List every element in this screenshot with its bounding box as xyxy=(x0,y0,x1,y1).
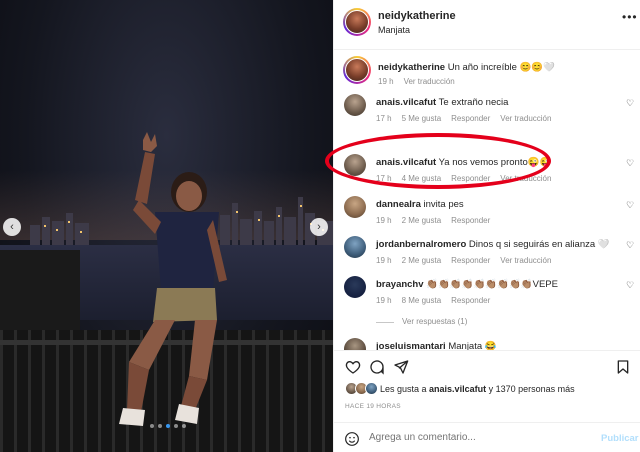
like-comment-heart-icon[interactable]: ♡ xyxy=(626,98,634,109)
comments-list[interactable]: neidykatherine Un año increíble 😊😊🤍 19 h… xyxy=(334,50,640,350)
comment-likes[interactable]: 2 Me gusta xyxy=(402,256,442,265)
likes-text[interactable]: Les gusta a anais.vilcafut y 1370 person… xyxy=(380,384,575,394)
reply-button[interactable]: Responder xyxy=(451,114,490,123)
caption-meta: 19 h Ver traducción xyxy=(378,77,465,86)
comment-username[interactable]: joseluismantari xyxy=(376,341,446,350)
comment-time: 19 h xyxy=(376,296,392,305)
translate-link[interactable]: Ver traducción xyxy=(500,256,551,265)
comment-text: brayanchv 👏🏽👏🏽👏🏽👏🏽👏🏽👏🏽👏🏽👏🏽👏🏽VEPE xyxy=(376,279,558,290)
comment-item: dannealra invita pes 19 h 2 Me gusta Respo… xyxy=(334,196,640,226)
publish-comment-button[interactable]: Publicar xyxy=(601,433,639,444)
author-username[interactable]: neidykatherine xyxy=(378,10,456,22)
highlight-circle-annotation xyxy=(325,133,551,189)
comment-text: dannealra invita pes xyxy=(376,199,464,210)
comment-body: invita pes xyxy=(420,199,464,210)
comment-avatar[interactable] xyxy=(344,196,366,218)
carousel-dot xyxy=(182,424,186,428)
carousel-dots xyxy=(150,424,186,428)
comment-username[interactable]: anais.vilcafut xyxy=(376,97,436,108)
comment-meta: 19 h 2 Me gusta Responder Ver traducción xyxy=(376,256,561,265)
like-comment-heart-icon[interactable]: ♡ xyxy=(626,280,634,291)
caption-text: neidykatherine Un año increíble 😊😊🤍 xyxy=(378,62,555,73)
save-bookmark-icon[interactable] xyxy=(614,358,632,376)
comment-text: joseluismantari Manjata 😂 xyxy=(376,341,497,350)
comment-avatar[interactable] xyxy=(344,338,366,350)
translate-link[interactable]: Ver traducción xyxy=(500,114,551,123)
comment-avatar[interactable] xyxy=(344,94,366,116)
post-details-panel: neidykatherine Manjata ••• neidykatherin… xyxy=(333,0,640,452)
previous-image-button[interactable]: ‹ xyxy=(3,218,21,236)
carousel-dot xyxy=(150,424,154,428)
comment-text: anais.vilcafut Te extraño necia xyxy=(376,97,508,108)
like-comment-heart-icon[interactable]: ♡ xyxy=(626,240,634,251)
replies-divider xyxy=(376,322,394,323)
more-options-icon[interactable]: ••• xyxy=(622,10,638,24)
shore-buildings xyxy=(0,250,80,330)
caption-item: neidykatherine Un año increíble 😊😊🤍 19 h… xyxy=(334,56,640,90)
comment-body: Te extraño necia xyxy=(436,97,509,108)
like-heart-icon[interactable] xyxy=(344,358,362,376)
add-comment-input[interactable] xyxy=(369,432,589,443)
comment-text: jordanbernalromero Dinos q si seguirás e… xyxy=(376,239,610,250)
author-avatar[interactable] xyxy=(343,8,371,36)
likes-summary[interactable]: Les gusta a anais.vilcafut y 1370 person… xyxy=(334,382,640,400)
comment-time: 17 h xyxy=(376,114,392,123)
post-header: neidykatherine Manjata ••• xyxy=(334,0,640,50)
comment-meta: 19 h 8 Me gusta Responder xyxy=(376,296,500,305)
post-location[interactable]: Manjata xyxy=(378,25,410,35)
comment-item: brayanchv 👏🏽👏🏽👏🏽👏🏽👏🏽👏🏽👏🏽👏🏽👏🏽VEPE 19 h 8 M… xyxy=(334,276,640,306)
comment-likes[interactable]: 8 Me gusta xyxy=(402,296,442,305)
reply-button[interactable]: Responder xyxy=(451,216,490,225)
view-replies-row[interactable]: Ver respuestas (1) xyxy=(334,316,640,330)
like-comment-heart-icon[interactable]: ♡ xyxy=(626,200,634,211)
comment-meta: 19 h 2 Me gusta Responder xyxy=(376,216,500,225)
comment-meta: 17 h 5 Me gusta Responder Ver traducción xyxy=(376,114,561,123)
comment-avatar[interactable] xyxy=(344,276,366,298)
caption-avatar[interactable] xyxy=(343,56,371,84)
comment-username[interactable]: brayanchv xyxy=(376,279,424,290)
carousel-dot-active xyxy=(166,424,170,428)
caption-body: Un año increíble 😊😊🤍 xyxy=(445,62,556,73)
view-replies-link[interactable]: Ver respuestas (1) xyxy=(402,317,467,326)
carousel-dot xyxy=(158,424,162,428)
likes-user[interactable]: anais.vilcafut xyxy=(429,384,486,394)
post-time-ago: HACE 19 HORAS xyxy=(345,403,401,410)
likes-suffix: y 1370 personas más xyxy=(486,384,575,394)
next-image-button[interactable]: › xyxy=(310,218,328,236)
share-paper-plane-icon[interactable] xyxy=(392,358,410,376)
reply-button[interactable]: Responder xyxy=(451,256,490,265)
emoji-picker-icon[interactable] xyxy=(344,431,360,447)
post-photo[interactable]: ‹ › xyxy=(0,0,333,452)
comment-bubble-icon[interactable] xyxy=(368,358,386,376)
caption-time: 19 h xyxy=(378,77,394,86)
liker-avatar xyxy=(365,382,378,395)
comment-item: anais.vilcafut Te extraño necia 17 h 5 Me… xyxy=(334,94,640,124)
add-comment-bar: Publicar xyxy=(334,422,640,452)
comment-time: 19 h xyxy=(376,256,392,265)
comment-avatar[interactable] xyxy=(344,236,366,258)
comment-username[interactable]: dannealra xyxy=(376,199,421,210)
person-figure xyxy=(119,132,227,426)
comment-likes[interactable]: 5 Me gusta xyxy=(402,114,442,123)
comment-body: Dinos q si seguirás en alianza 🤍 xyxy=(466,239,610,250)
comment-item: jordanbernalromero Dinos q si seguirás e… xyxy=(334,236,640,266)
comment-body: 👏🏽👏🏽👏🏽👏🏽👏🏽👏🏽👏🏽👏🏽👏🏽VEPE xyxy=(423,279,558,290)
caption-translate-link[interactable]: Ver traducción xyxy=(404,77,455,86)
reply-button[interactable]: Responder xyxy=(451,296,490,305)
comment-username[interactable]: jordanbernalromero xyxy=(376,239,466,250)
comment-item: joseluismantari Manjata 😂 xyxy=(334,338,640,350)
like-comment-heart-icon[interactable]: ♡ xyxy=(626,158,634,169)
comment-likes[interactable]: 2 Me gusta xyxy=(402,216,442,225)
comment-time: 19 h xyxy=(376,216,392,225)
caption-username[interactable]: neidykatherine xyxy=(378,62,445,73)
comment-body: Manjata 😂 xyxy=(445,341,497,350)
post-actions-bar xyxy=(334,350,640,382)
likes-prefix: Les gusta a xyxy=(380,384,430,394)
carousel-dot xyxy=(174,424,178,428)
